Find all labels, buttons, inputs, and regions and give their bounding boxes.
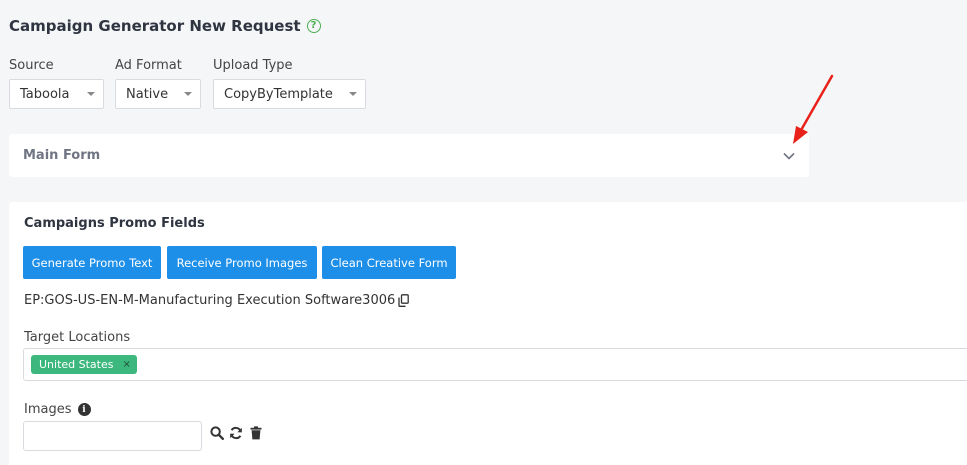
location-tag-text: United States bbox=[39, 358, 114, 371]
refresh-icon[interactable] bbox=[228, 425, 244, 441]
promo-fields-title: Campaigns Promo Fields bbox=[24, 216, 205, 231]
source-label: Source bbox=[9, 58, 54, 73]
red-arrow-icon bbox=[793, 74, 834, 144]
caret-down-icon bbox=[349, 92, 357, 96]
page-title-text: Campaign Generator New Request bbox=[9, 17, 301, 35]
upload-type-group: Upload Type CopyByTemplate bbox=[213, 58, 366, 109]
upload-type-value: CopyByTemplate bbox=[224, 86, 333, 102]
chevron-down-icon[interactable] bbox=[783, 150, 795, 162]
copy-icon[interactable] bbox=[398, 294, 410, 307]
images-input[interactable] bbox=[23, 421, 202, 451]
main-form-title: Main Form bbox=[23, 148, 101, 163]
ad-format-label: Ad Format bbox=[115, 58, 182, 73]
main-form-panel[interactable]: Main Form bbox=[9, 134, 809, 177]
promo-fields-card: Campaigns Promo Fields Generate Promo Te… bbox=[9, 202, 967, 465]
location-tag: United States × bbox=[31, 355, 137, 374]
info-icon[interactable]: i bbox=[77, 403, 91, 416]
caret-down-icon bbox=[87, 92, 95, 96]
source-value: Taboola bbox=[20, 86, 70, 102]
clean-creative-form-button[interactable]: Clean Creative Form bbox=[322, 246, 456, 279]
images-label: Images bbox=[24, 402, 72, 417]
generate-promo-text-button[interactable]: Generate Promo Text bbox=[23, 246, 161, 279]
receive-promo-images-button[interactable]: Receive Promo Images bbox=[167, 246, 317, 279]
ep-code-text: EP:GOS-US-EN-M-Manufacturing Execution S… bbox=[24, 293, 396, 308]
images-label-row: Images i bbox=[24, 402, 91, 417]
ad-format-value: Native bbox=[126, 86, 169, 102]
source-group: Source Taboola bbox=[9, 58, 104, 109]
search-icon[interactable] bbox=[209, 425, 225, 441]
target-locations-label: Target Locations bbox=[24, 330, 131, 345]
ad-format-select[interactable]: Native bbox=[115, 79, 201, 109]
campaign-generator-page: Campaign Generator New Request ? Source … bbox=[0, 0, 967, 465]
caret-down-icon bbox=[184, 92, 192, 96]
target-locations-input[interactable]: United States × bbox=[23, 348, 967, 381]
question-circle-icon[interactable]: ? bbox=[306, 19, 321, 33]
ad-format-group: Ad Format Native bbox=[115, 58, 201, 109]
ep-code-line: EP:GOS-US-EN-M-Manufacturing Execution S… bbox=[24, 293, 410, 308]
upload-type-label: Upload Type bbox=[213, 58, 293, 73]
trash-icon[interactable] bbox=[248, 425, 264, 441]
source-select[interactable]: Taboola bbox=[9, 79, 104, 109]
page-title: Campaign Generator New Request ? bbox=[9, 17, 321, 35]
upload-type-select[interactable]: CopyByTemplate bbox=[213, 79, 366, 109]
remove-tag-icon[interactable]: × bbox=[123, 359, 131, 370]
